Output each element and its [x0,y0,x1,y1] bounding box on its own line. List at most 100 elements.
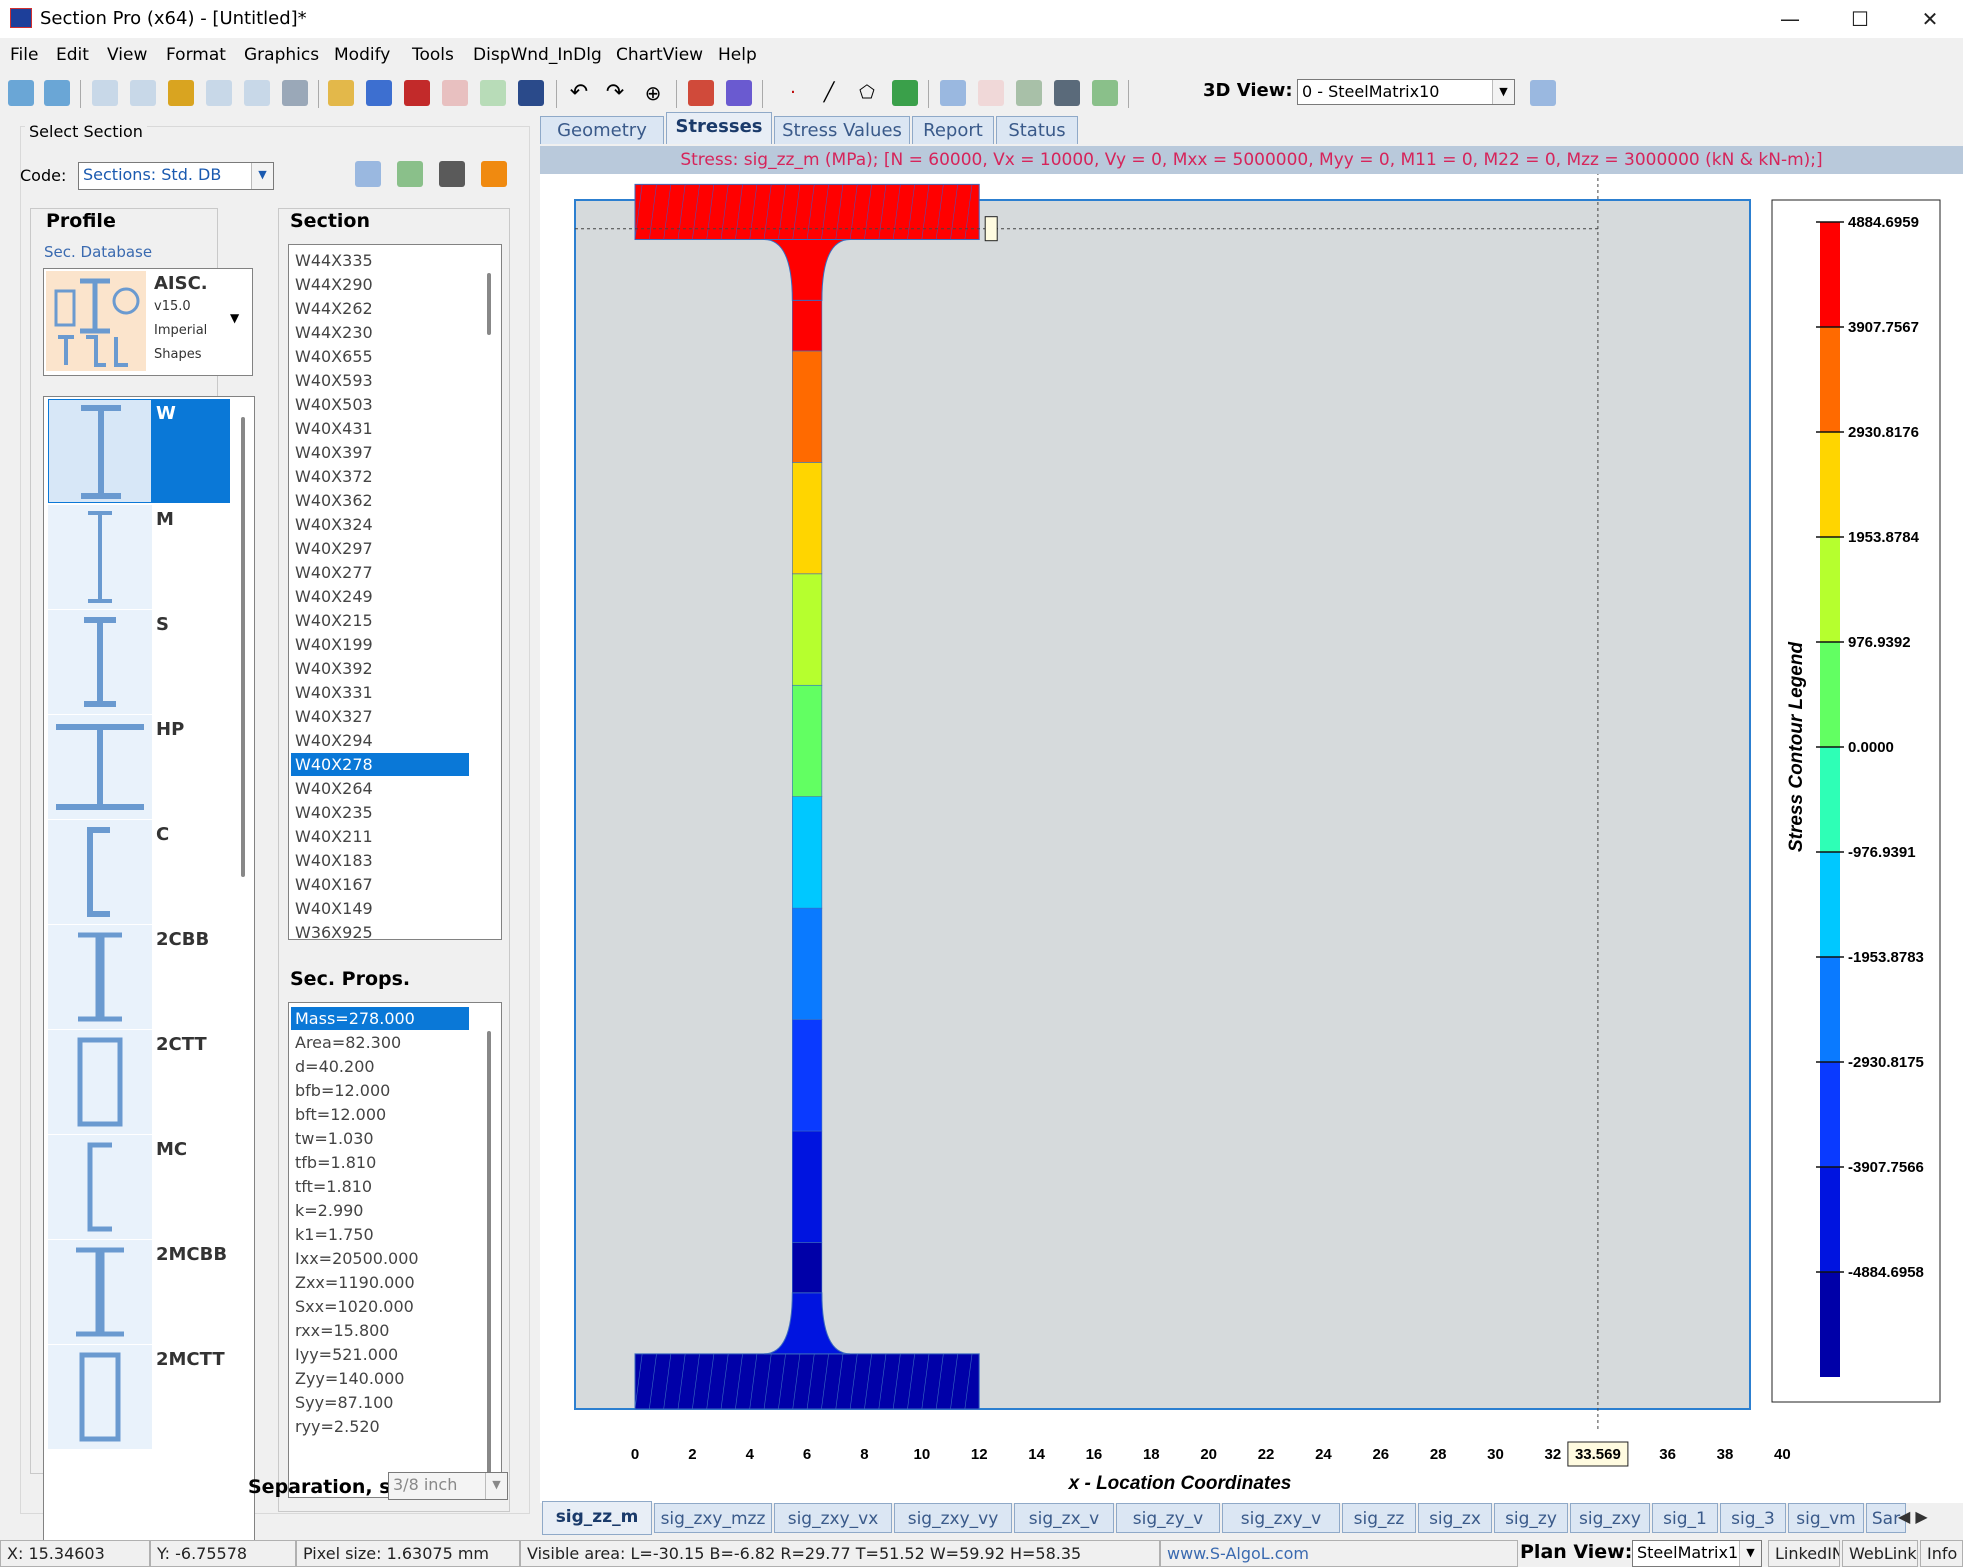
section-list-item[interactable]: W40X278 [291,753,469,776]
tab-stresses[interactable]: Stresses [666,112,772,144]
open-folder-icon[interactable] [328,80,354,106]
bottom-tab-sig-zz-m[interactable]: sig_zz_m [542,1501,652,1535]
menu-file[interactable]: File [10,45,38,65]
profile-item-2mcbb[interactable]: 2MCBB [48,1240,230,1344]
section-list-item[interactable]: W40X593 [291,369,469,392]
refresh-icon[interactable] [481,161,507,187]
grid-icon[interactable] [940,80,966,106]
redo-icon[interactable]: ↷ [602,80,628,106]
material-icon[interactable] [168,80,194,106]
tab-stress-values[interactable]: Stress Values [774,116,910,144]
menu-edit[interactable]: Edit [56,45,89,65]
separation-select[interactable]: 3/8 inch ▼ [388,1472,508,1500]
chevron-down-icon[interactable]: ▼ [1492,80,1514,104]
sec-prop-item[interactable]: bft=12.000 [291,1103,469,1126]
menu-dispwnd[interactable]: DispWnd_InDlg [473,45,602,65]
profile-item-c[interactable]: C [48,820,230,924]
bottom-tab-sig-zxy-v[interactable]: sig_zxy_v [1222,1503,1340,1533]
section-list-item[interactable]: W44X335 [291,249,469,272]
section-list-item[interactable]: W40X324 [291,513,469,536]
sec-prop-item[interactable]: d=40.200 [291,1055,469,1078]
tab-status[interactable]: Status [996,116,1078,144]
profile-item-s[interactable]: S [48,610,230,714]
polygon-icon[interactable]: ⬠ [854,80,880,106]
sec-prop-item[interactable]: Syy=87.100 [291,1391,469,1414]
section-list-item[interactable]: W40X294 [291,729,469,752]
plan-view-select[interactable]: SteelMatrix1 ▼ [1632,1540,1762,1567]
import-image-icon[interactable] [404,80,430,106]
chevron-down-icon[interactable]: ▼ [230,311,239,325]
info-button[interactable]: Info [1920,1540,1963,1567]
bottom-tab-sig-zxy-vy[interactable]: sig_zxy_vy [894,1503,1012,1533]
report-icon[interactable] [978,80,1004,106]
database-select[interactable]: AISC. v15.0 Imperial Shapes ▼ [43,268,253,376]
section-list-item[interactable]: W40X249 [291,585,469,608]
status-web-link[interactable]: www.S-AlgoL.com [1160,1540,1518,1567]
section-info-icon[interactable] [355,161,381,187]
bottom-tab-sig-zy[interactable]: sig_zy [1494,1503,1568,1533]
menu-chartview[interactable]: ChartView [616,45,703,65]
clipboard-icon[interactable] [439,161,465,187]
menu-view[interactable]: View [107,45,147,65]
profile-scrollbar[interactable] [241,417,245,877]
section-list-item[interactable]: W40X655 [291,345,469,368]
profile-item-mc[interactable]: MC [48,1135,230,1239]
section-list-item[interactable]: W40X431 [291,417,469,440]
section-list-item[interactable]: W40X277 [291,561,469,584]
menu-format[interactable]: Format [166,45,226,65]
sec-prop-item[interactable]: rxx=15.800 [291,1319,469,1342]
stress-icon[interactable] [726,80,752,106]
chevron-down-icon[interactable]: ▼ [485,1473,507,1499]
section-list-item[interactable]: W40X397 [291,441,469,464]
analyze-icon[interactable] [688,80,714,106]
excel-icon[interactable] [480,80,506,106]
print-icon[interactable] [1054,80,1080,106]
section-list-item[interactable]: W40X211 [291,825,469,848]
sec-prop-item[interactable]: bfb=12.000 [291,1079,469,1102]
section-list-item[interactable]: W40X503 [291,393,469,416]
menu-help[interactable]: Help [718,45,757,65]
sec-prop-item[interactable]: ryy=2.520 [291,1415,469,1438]
props-scrollbar[interactable] [487,1031,491,1485]
menu-tools[interactable]: Tools [412,45,454,65]
line-icon[interactable]: ╱ [816,80,842,106]
import-dxf-icon[interactable] [366,80,392,106]
sec-prop-item[interactable]: tfb=1.810 [291,1151,469,1174]
profile-item-2cbb[interactable]: 2CBB [48,925,230,1029]
sec-props-list[interactable]: Mass=278.000 Area=82.300 d=40.200 bfb=12.00… [288,1002,502,1498]
section-list-item[interactable]: W40X327 [291,705,469,728]
section-list-item[interactable]: W40X215 [291,609,469,632]
section-list-item[interactable]: W40X235 [291,801,469,824]
pdf-icon[interactable] [442,80,468,106]
undo-icon[interactable]: ↶ [566,80,592,106]
section-list-item[interactable]: W44X230 [291,321,469,344]
profile-item-m[interactable]: M [48,505,230,609]
bottom-tab-sig-zxy-mzz[interactable]: sig_zxy_mzz [654,1503,772,1533]
stress-plot-area[interactable]: 0246810121416182022242628303234363840024… [454,160,1963,1508]
save-icon[interactable] [518,80,544,106]
tab-geometry[interactable]: Geometry [540,116,664,144]
profile-item-2mctt[interactable]: 2MCTT [48,1345,230,1449]
export-icon[interactable] [282,80,308,106]
section-scrollbar[interactable] [487,273,491,335]
section-list-item[interactable]: W44X290 [291,273,469,296]
menu-graphics[interactable]: Graphics [244,45,319,65]
export-chart-icon[interactable] [1092,80,1118,106]
view3d-settings-icon[interactable] [1530,80,1556,106]
section-list-item[interactable]: W40X297 [291,537,469,560]
sec-prop-item[interactable]: tft=1.810 [291,1175,469,1198]
menu-modify[interactable]: Modify [334,45,390,65]
edit-section-icon[interactable] [130,80,156,106]
section-list[interactable]: W44X335 W44X290 W44X262 W44X230 W40X655 W40X5… [288,244,502,940]
section-list-item[interactable]: W44X262 [291,297,469,320]
bottom-tab-sig-zxy-vx[interactable]: sig_zxy_vx [774,1503,892,1533]
section-list-item[interactable]: W40X362 [291,489,469,512]
sec-prop-item[interactable]: Iyy=521.000 [291,1343,469,1366]
bottom-tab-sig-zxy[interactable]: sig_zxy [1570,1503,1650,1533]
section-list-item[interactable]: W40X331 [291,681,469,704]
profile-item-2ctt[interactable]: 2CTT [48,1030,230,1134]
zoom-out-icon[interactable] [44,80,70,106]
sec-prop-item[interactable]: Zxx=1190.000 [291,1271,469,1294]
zoom-extents-icon[interactable]: ⊕ [640,80,666,106]
bottom-tab-sig-vm[interactable]: sig_vm [1788,1503,1864,1533]
